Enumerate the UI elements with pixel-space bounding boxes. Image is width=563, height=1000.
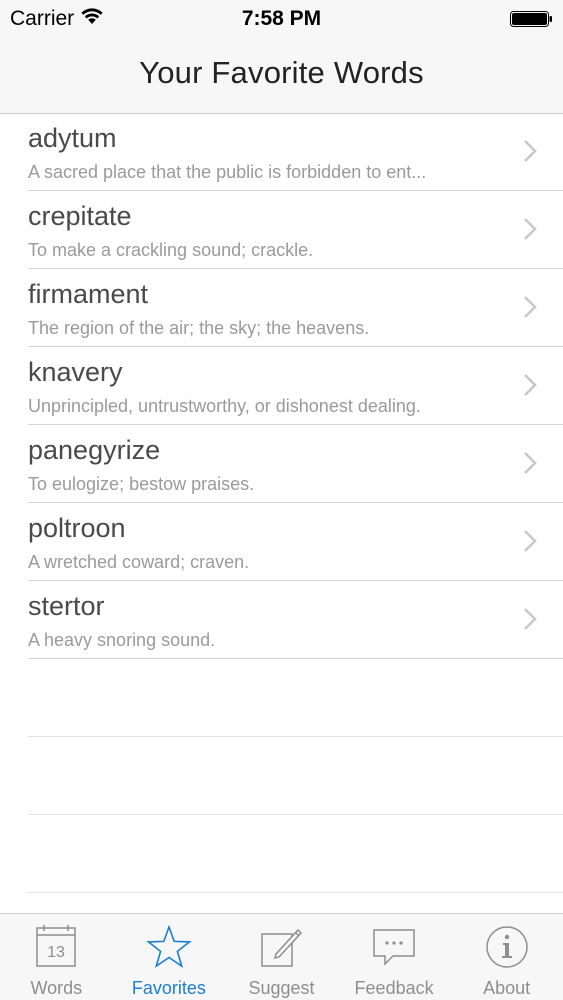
- calendar-day-label: 13: [47, 944, 65, 961]
- definition-label: To eulogize; bestow praises.: [28, 474, 255, 494]
- tab-favorites[interactable]: Favorites: [113, 914, 226, 1000]
- chevron-right-icon: [524, 140, 537, 162]
- tab-label: Favorites: [131, 978, 206, 998]
- empty-row: [28, 815, 563, 893]
- header: Carrier 7:58 PM Your Favorite Words: [0, 0, 563, 114]
- empty-row: [28, 737, 563, 815]
- favorites-list: adytum A sacred place that the public is…: [0, 113, 563, 893]
- tab-suggest[interactable]: Suggest: [225, 914, 338, 1000]
- definition-label: A wretched coward; craven.: [28, 552, 250, 572]
- word-label: poltroon: [28, 513, 126, 543]
- word-label: adytum: [28, 123, 117, 153]
- star-icon: [146, 924, 192, 969]
- word-label: stertor: [28, 591, 105, 621]
- tab-feedback[interactable]: Feedback: [338, 914, 451, 1000]
- word-label: panegyrize: [28, 435, 161, 465]
- empty-row: [28, 659, 563, 737]
- word-label: knavery: [28, 357, 123, 387]
- tab-about[interactable]: About: [450, 914, 563, 1000]
- favorites-screen: Carrier 7:58 PM Your Favorite Words adyt: [0, 0, 563, 1000]
- tab-label: Feedback: [354, 978, 434, 998]
- list-item[interactable]: knavery Unprincipled, untrustworthy, or …: [28, 347, 563, 425]
- tab-words[interactable]: 13 Words: [0, 914, 113, 1000]
- chat-bubble-icon: [373, 929, 415, 966]
- list-item[interactable]: panegyrize To eulogize; bestow praises.: [28, 425, 563, 503]
- chevron-right-icon: [524, 452, 537, 474]
- tab-label: Words: [30, 978, 83, 998]
- definition-label: Unprincipled, untrustworthy, or dishones…: [28, 396, 421, 416]
- list-item[interactable]: crepitate To make a crackling sound; cra…: [28, 191, 563, 269]
- info-icon: [485, 926, 528, 968]
- word-label: crepitate: [28, 201, 132, 231]
- tab-label: About: [483, 978, 531, 998]
- tab-bar: 13 Words Favorites Suggest Feedback Abou…: [0, 913, 563, 1000]
- chevron-right-icon: [524, 218, 537, 240]
- chevron-right-icon: [524, 374, 537, 396]
- chevron-right-icon: [524, 296, 537, 318]
- list-item[interactable]: poltroon A wretched coward; craven.: [28, 503, 563, 581]
- page-title: Your Favorite Words: [139, 55, 424, 90]
- definition-label: The region of the air; the sky; the heav…: [28, 318, 370, 338]
- compose-icon: [261, 928, 303, 967]
- definition-label: To make a crackling sound; crackle.: [28, 240, 314, 260]
- list-item[interactable]: firmament The region of the air; the sky…: [28, 269, 563, 347]
- calendar-icon: 13: [36, 925, 77, 967]
- list-item[interactable]: stertor A heavy snoring sound.: [28, 581, 563, 659]
- battery-icon: [510, 11, 552, 27]
- clock: 7:58 PM: [241, 7, 322, 30]
- definition-label: A heavy snoring sound.: [28, 630, 216, 650]
- definition-label: A sacred place that the public is forbid…: [28, 162, 427, 182]
- word-label: firmament: [28, 279, 149, 309]
- list-item[interactable]: adytum A sacred place that the public is…: [28, 113, 563, 191]
- tab-label: Suggest: [248, 978, 315, 998]
- chevron-right-icon: [524, 608, 537, 630]
- chevron-right-icon: [524, 530, 537, 552]
- status-bar: Carrier 7:58 PM: [0, 0, 563, 40]
